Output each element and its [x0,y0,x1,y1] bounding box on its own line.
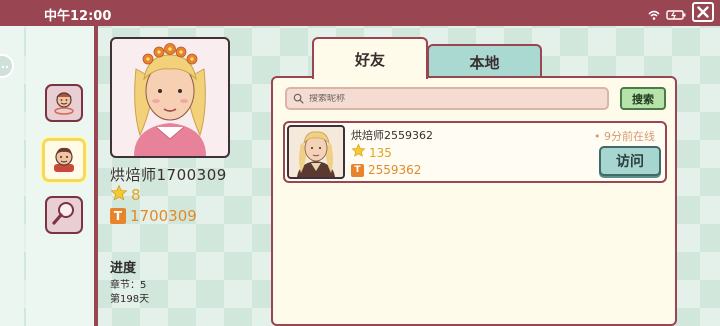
wifi-icon [648,5,660,24]
profile-icon [48,142,80,178]
search-box[interactable] [285,87,609,110]
search-input[interactable] [309,93,589,104]
progress-title: 进度 [110,261,137,276]
player-id: 1700309 [130,207,197,225]
friend-name: 烘焙师2559362 [351,129,433,142]
star-icon [351,143,366,162]
player-stars: 8 [110,184,141,206]
status-time: 中午12:00 [44,9,112,24]
player-star-count: 8 [131,186,141,204]
tab-friends[interactable]: 好友 [312,37,428,79]
nav-profile-button[interactable] [42,138,86,182]
status-bar: 中午12:00 [0,0,720,26]
battery-icon [666,5,686,24]
close-button[interactable] [692,2,714,22]
player-name: 烘焙师1700309 [110,166,227,184]
friend-star-count: 135 [369,145,392,160]
id-badge-icon: T [110,208,126,224]
status-icons [648,5,686,24]
search-button[interactable]: 搜索 [620,87,666,110]
magnifier-icon [50,199,78,231]
chat-bubble-icon [0,57,10,76]
friend-id-row: T 2559362 [351,163,421,177]
friend-stars: 135 [351,143,392,162]
id-badge-icon: T [351,163,364,177]
friend-online-status: • 9分前在线 [594,130,655,143]
close-icon [697,3,709,22]
friends-panel: 搜索 烘焙师2559362 135 T 2559362 • 9 [271,76,677,326]
visit-button[interactable]: 访问 [599,146,661,176]
nav-chef-button[interactable] [45,84,83,122]
progress-day: 第198天 [110,294,150,305]
star-icon [110,184,128,206]
chef-icon [50,87,78,119]
tab-local[interactable]: 本地 [427,44,542,78]
nav-search-button[interactable] [45,196,83,234]
friend-id: 2559362 [368,163,422,177]
nav-divider [94,26,98,326]
player-portrait [110,37,230,158]
friend-list-item: 烘焙师2559362 135 T 2559362 • 9分前在线 访问 [283,121,667,183]
search-icon [293,89,304,108]
player-id-row: T 1700309 [110,207,197,225]
friend-avatar [287,125,345,179]
progress-chapter: 章节：5 [110,280,147,291]
side-nav [26,26,94,326]
